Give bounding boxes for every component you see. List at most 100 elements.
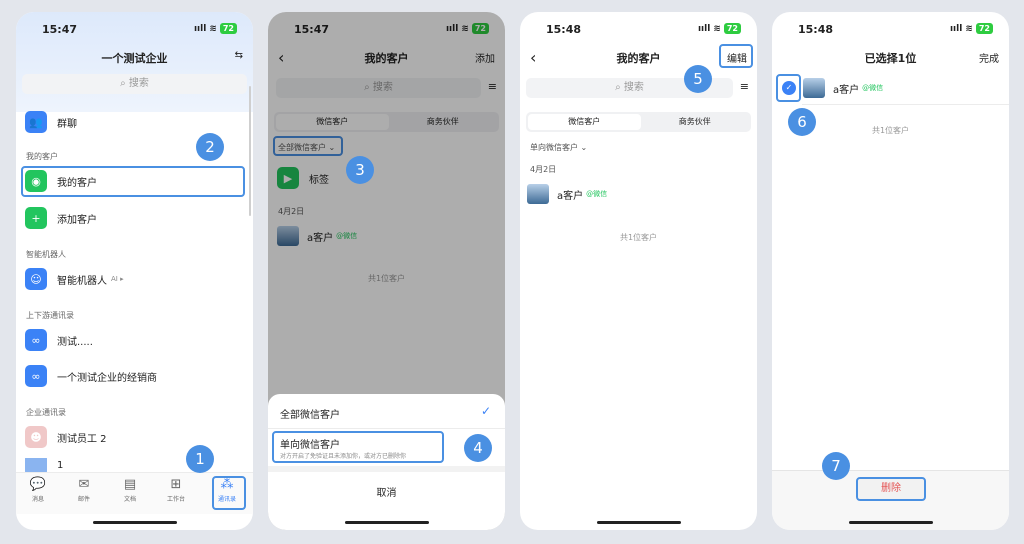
signal-icon: ııll	[697, 23, 711, 34]
page-title: 已选择1位	[864, 52, 917, 65]
battery-icon: 72	[723, 23, 741, 34]
tab-business-partners[interactable]: 商务伙伴	[639, 114, 752, 130]
settings-icon[interactable]: ⇆	[235, 50, 243, 61]
highlight-checkbox	[776, 74, 801, 102]
search-placeholder: 搜索	[128, 78, 149, 89]
status-bar: 15:47 ııll ≋ 72	[16, 12, 253, 42]
phone-select-delete: 15:48 ııll ≋ 72 已选择1位 完成 ✓ a客户 @微信 共1位客户 删…	[772, 12, 1009, 530]
add-customer-row[interactable]: + 添加客户	[24, 204, 245, 232]
date-header: 4月2日	[530, 165, 557, 174]
chat-icon: 💬	[29, 477, 47, 492]
clock: 15:47	[42, 23, 78, 36]
cancel-button[interactable]: 取消	[268, 484, 505, 499]
grid-icon: ⊞	[170, 477, 182, 492]
nav-bar: 一个测试企业 ⇆	[16, 46, 253, 70]
check-icon: ✓	[480, 404, 491, 418]
tab-wechat-customers[interactable]: 微信客户	[528, 114, 641, 130]
home-indicator	[92, 521, 177, 524]
battery-icon: 72	[219, 23, 237, 34]
step-badge-4: 4	[464, 434, 492, 462]
contact-row-2[interactable]: ∞ 一个测试企业的经销商	[24, 362, 245, 390]
contact-row-1[interactable]: ∞ 测试.....	[24, 326, 245, 354]
group-chat-label: 群聊	[57, 118, 77, 130]
step-badge-1: 1	[186, 445, 214, 473]
wifi-icon: ≋	[713, 23, 721, 34]
page-title: 一个测试企业	[101, 52, 168, 65]
search-input[interactable]: ⌕ 搜索	[22, 74, 247, 94]
contact-1-label: 测试.....	[57, 336, 93, 348]
signal-icon: ııll	[193, 23, 207, 34]
signal-icon: ııll	[949, 23, 963, 34]
delete-button[interactable]: 删除	[856, 477, 926, 501]
highlight-contacts-tab	[212, 476, 246, 510]
link-icon: ∞	[25, 329, 47, 351]
customer-row[interactable]: a客户 @微信	[527, 184, 607, 204]
robot-icon: ☺	[25, 268, 47, 290]
customer-avatar	[803, 78, 825, 98]
section-my-customers: 我的客户	[26, 152, 58, 161]
home-indicator	[344, 521, 429, 524]
battery-icon: 72	[975, 23, 993, 34]
employee-partial-label: 1	[57, 459, 64, 471]
clock: 15:48	[798, 23, 834, 36]
section-updown: 上下游通讯录	[26, 311, 74, 320]
phone-single-customers: 15:48 ııll ≋ 72 ‹ 我的客户 编辑 ⌕ 搜索 ≡ 微信客户 商务伙伴…	[520, 12, 757, 530]
smart-bot-row[interactable]: ☺ 智能机器人 AI ▸	[24, 265, 245, 293]
add-customer-label: 添加客户	[57, 214, 97, 226]
phone-contacts: 15:47 ııll ≋ 72 一个测试企业 ⇆ ⌕ 搜索 👥 群聊 我的客户 ◉ …	[16, 12, 253, 530]
mail-icon: ✉	[78, 477, 90, 492]
sheet-separator	[268, 466, 505, 472]
add-user-icon: +	[25, 207, 47, 229]
step-badge-6: 6	[788, 108, 816, 136]
group-chat-row[interactable]: 👥 群聊	[24, 108, 245, 136]
wechat-tag: @微信	[586, 190, 608, 198]
step-badge-7: 7	[822, 452, 850, 480]
tab-workbench-label: 工作台	[166, 496, 185, 503]
status-bar: 15:48 ııll ≋ 72	[520, 12, 757, 42]
phone-filter-sheet: 15:47 ııll ≋ 72 ‹ 我的客户 添加 ⌕ 搜索 ≡ 微信客户 商务伙伴…	[268, 12, 505, 530]
customer-type-toggle: 微信客户 商务伙伴	[526, 112, 751, 132]
tab-docs[interactable]: ▤ 文档	[112, 477, 148, 503]
employee-avatar: ☻	[25, 426, 47, 448]
tab-messages[interactable]: 💬 消息	[20, 477, 56, 503]
search-placeholder: 搜索	[623, 82, 644, 93]
step-badge-2: 2	[196, 133, 224, 161]
status-bar: 15:48 ııll ≋ 72	[772, 12, 1009, 42]
section-bots: 智能机器人	[26, 250, 66, 259]
link-icon: ∞	[25, 365, 47, 387]
done-button[interactable]: 完成	[979, 50, 999, 65]
nav-bar: 已选择1位 完成	[772, 46, 1009, 70]
clock: 15:48	[546, 23, 582, 36]
customer-count: 共1位客户	[619, 233, 658, 242]
step-badge-5: 5	[684, 65, 712, 93]
customer-name: a客户	[833, 84, 860, 96]
folder-icon	[25, 458, 47, 472]
wifi-icon: ≋	[209, 23, 217, 34]
tab-mail[interactable]: ✉ 邮件	[66, 477, 102, 503]
home-indicator	[596, 521, 681, 524]
filter-sheet: 全部微信客户 ✓ 单向微信客户 对方开启了免验证且未添加你，或对方已删除你 取消	[268, 394, 505, 530]
highlight-single-option	[272, 431, 444, 463]
section-corp: 企业通讯录	[26, 408, 66, 417]
tab-workbench[interactable]: ⊞ 工作台	[158, 477, 194, 503]
doc-icon: ▤	[123, 477, 137, 492]
divider	[268, 428, 505, 429]
smart-bot-label: 智能机器人	[57, 275, 107, 287]
tab-mail-label: 邮件	[77, 496, 90, 503]
option-all-wechat[interactable]: 全部微信客户	[280, 406, 340, 421]
customer-name: a客户	[557, 190, 584, 202]
highlight-my-customers	[21, 166, 245, 197]
menu-icon[interactable]: ≡	[740, 80, 749, 93]
divider	[802, 104, 1009, 105]
employee-row[interactable]: ☻ 测试员工 2	[24, 423, 245, 451]
step-badge-3: 3	[346, 156, 374, 184]
group-icon: 👥	[25, 111, 47, 133]
customer-avatar	[527, 184, 549, 204]
employee-2-label: 测试员工 2	[57, 433, 107, 445]
contact-2-label: 一个测试企业的经销商	[57, 372, 157, 384]
home-indicator	[848, 521, 933, 524]
filter-dropdown[interactable]: 单向微信客户 ⌄	[530, 142, 587, 153]
tab-docs-label: 文档	[123, 496, 136, 503]
scrollbar[interactable]	[249, 86, 251, 216]
customer-row[interactable]: a客户 @微信	[803, 78, 883, 98]
